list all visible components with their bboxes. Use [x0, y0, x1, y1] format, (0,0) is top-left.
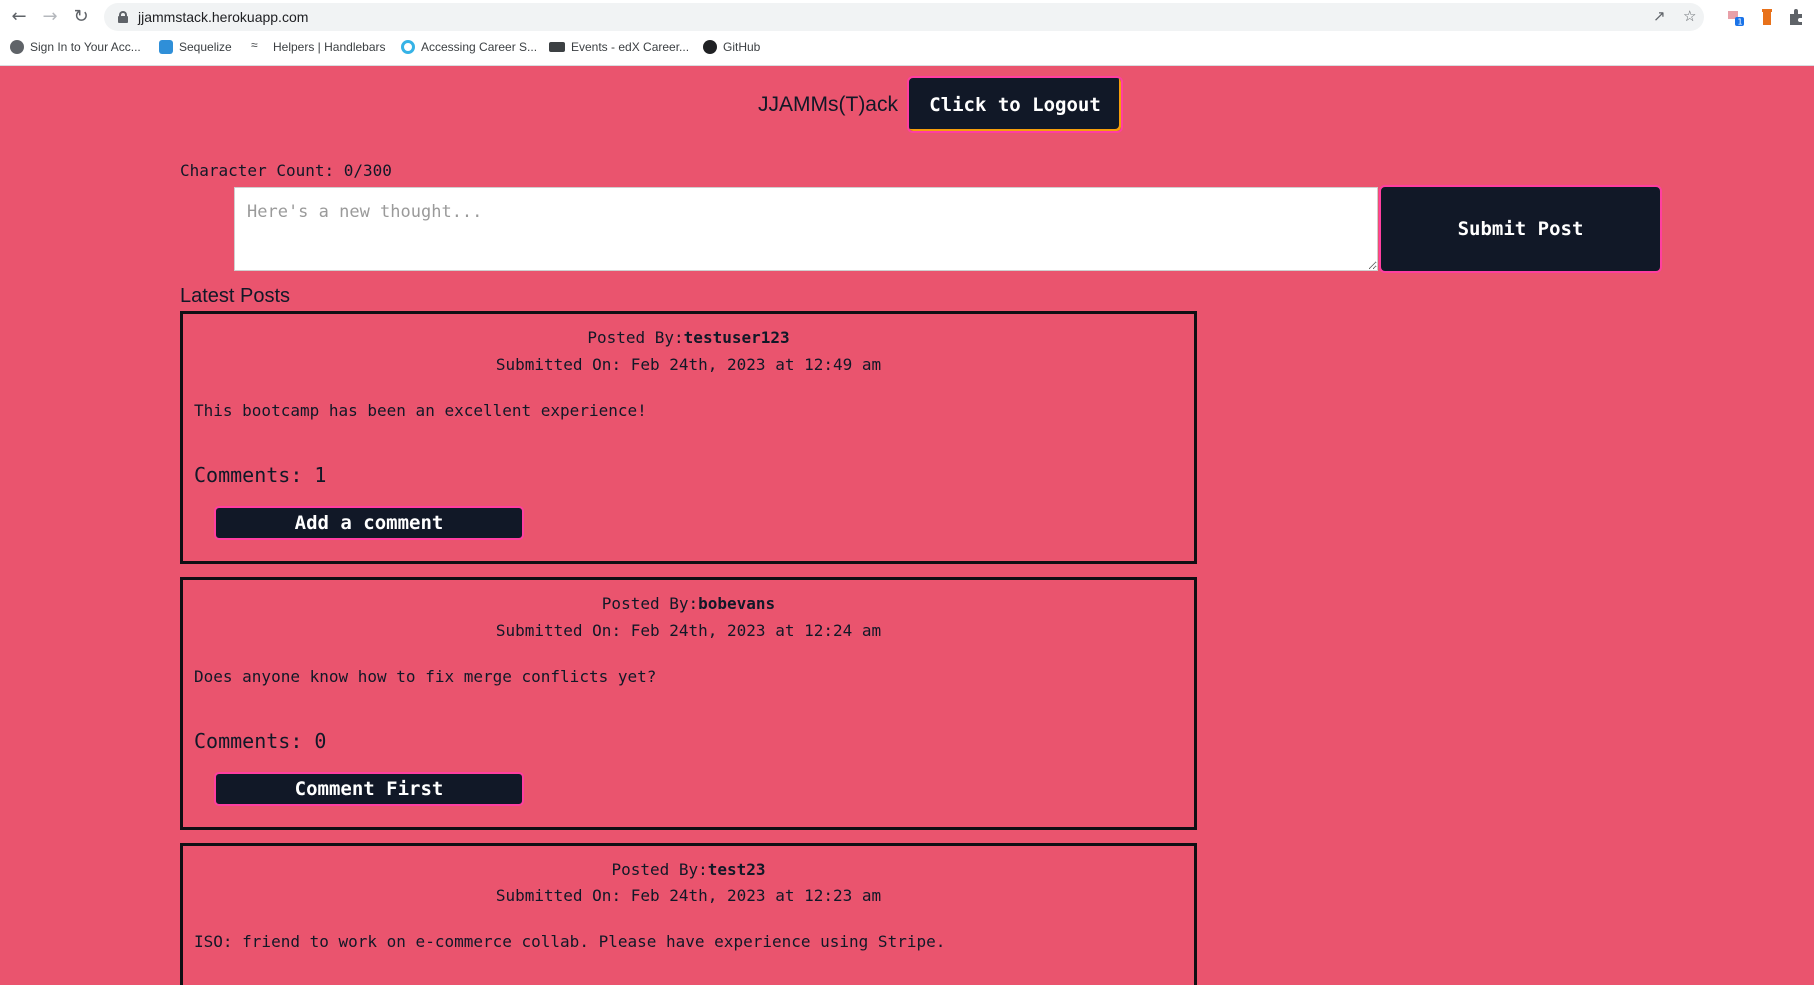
submit-post-button[interactable]: Submit Post: [1379, 185, 1662, 273]
post-card: Posted By:test23 Submitted On: Feb 24th,…: [180, 843, 1197, 985]
logout-button[interactable]: Click to Logout: [907, 76, 1123, 133]
sequelize-icon: [159, 40, 173, 54]
share-icon[interactable]: ↗: [1653, 7, 1666, 25]
bookmark-career-services[interactable]: Accessing Career S...: [401, 40, 537, 54]
post-author: testuser123: [683, 328, 790, 347]
post-body: ISO: friend to work on e-commerce collab…: [194, 932, 946, 951]
post-timestamp: Submitted On: Feb 24th, 2023 at 12:49 am: [495, 355, 882, 374]
post-timestamp: Submitted On: Feb 24th, 2023 at 12:24 am: [495, 621, 882, 640]
post-author: bobevans: [698, 594, 776, 613]
reload-icon[interactable]: ↻: [70, 5, 92, 27]
bookmark-handlebars[interactable]: ≈ Helpers | Handlebars: [251, 38, 386, 54]
post-timestamp: Submitted On: Feb 24th, 2023 at 12:23 am: [495, 886, 882, 905]
comment-count: Comments: 0: [194, 729, 327, 753]
site-brand[interactable]: JJAMMs(T)ack: [758, 93, 898, 117]
forward-icon[interactable]: →: [39, 5, 61, 27]
comment-count: Comments: 1: [194, 463, 327, 487]
bookmark-star-icon[interactable]: ☆: [1683, 7, 1696, 25]
character-count: Character Count: 0/300: [180, 161, 392, 180]
lighthouse-icon[interactable]: [1758, 8, 1776, 26]
lock-icon: [118, 11, 128, 23]
svg-text:1: 1: [1738, 18, 1743, 27]
page: JJAMMs(T)ack Click to Logout Character C…: [0, 67, 1814, 985]
bookmark-sequelize[interactable]: Sequelize: [159, 40, 232, 54]
add-comment-button[interactable]: Add a comment: [214, 506, 524, 540]
post-card: Posted By:bobevans Submitted On: Feb 24t…: [180, 577, 1197, 830]
back-icon[interactable]: ←: [8, 5, 30, 27]
github-icon: [703, 40, 717, 54]
bookmark-edx-events[interactable]: Events - edX Career...: [549, 40, 689, 54]
bookmarks-bar: Sign In to Your Acc... Sequelize ≈ Helpe…: [0, 34, 1814, 66]
comment-first-button[interactable]: Comment First: [214, 772, 524, 806]
bookmark-github[interactable]: GitHub: [703, 40, 760, 54]
post-author-line: Posted By:test23: [611, 860, 766, 879]
post-body: This bootcamp has been an excellent expe…: [194, 401, 647, 420]
post-card: Posted By:testuser123 Submitted On: Feb …: [180, 311, 1197, 564]
extension-icon[interactable]: 1: [1727, 8, 1745, 27]
url-text: jjammstack.herokuapp.com: [138, 9, 309, 25]
post-author-line: Posted By:bobevans: [601, 594, 776, 613]
post-author-line: Posted By:testuser123: [587, 328, 790, 347]
globe-icon: [10, 40, 24, 54]
puzzle-icon[interactable]: [1787, 8, 1805, 26]
career-icon: [401, 40, 415, 54]
post-author: test23: [707, 860, 766, 879]
address-bar[interactable]: jjammstack.herokuapp.com ↗ ☆: [104, 3, 1704, 31]
browser-toolbar: ← → ↻ jjammstack.herokuapp.com ↗ ☆ 1: [0, 0, 1814, 34]
handlebars-icon: ≈: [251, 38, 258, 52]
new-thought-input[interactable]: [234, 187, 1378, 271]
bookmark-sign-in[interactable]: Sign In to Your Acc...: [10, 40, 141, 54]
latest-posts-heading: Latest Posts: [180, 285, 291, 307]
edx-icon: [549, 42, 565, 52]
post-body: Does anyone know how to fix merge confli…: [194, 667, 657, 686]
